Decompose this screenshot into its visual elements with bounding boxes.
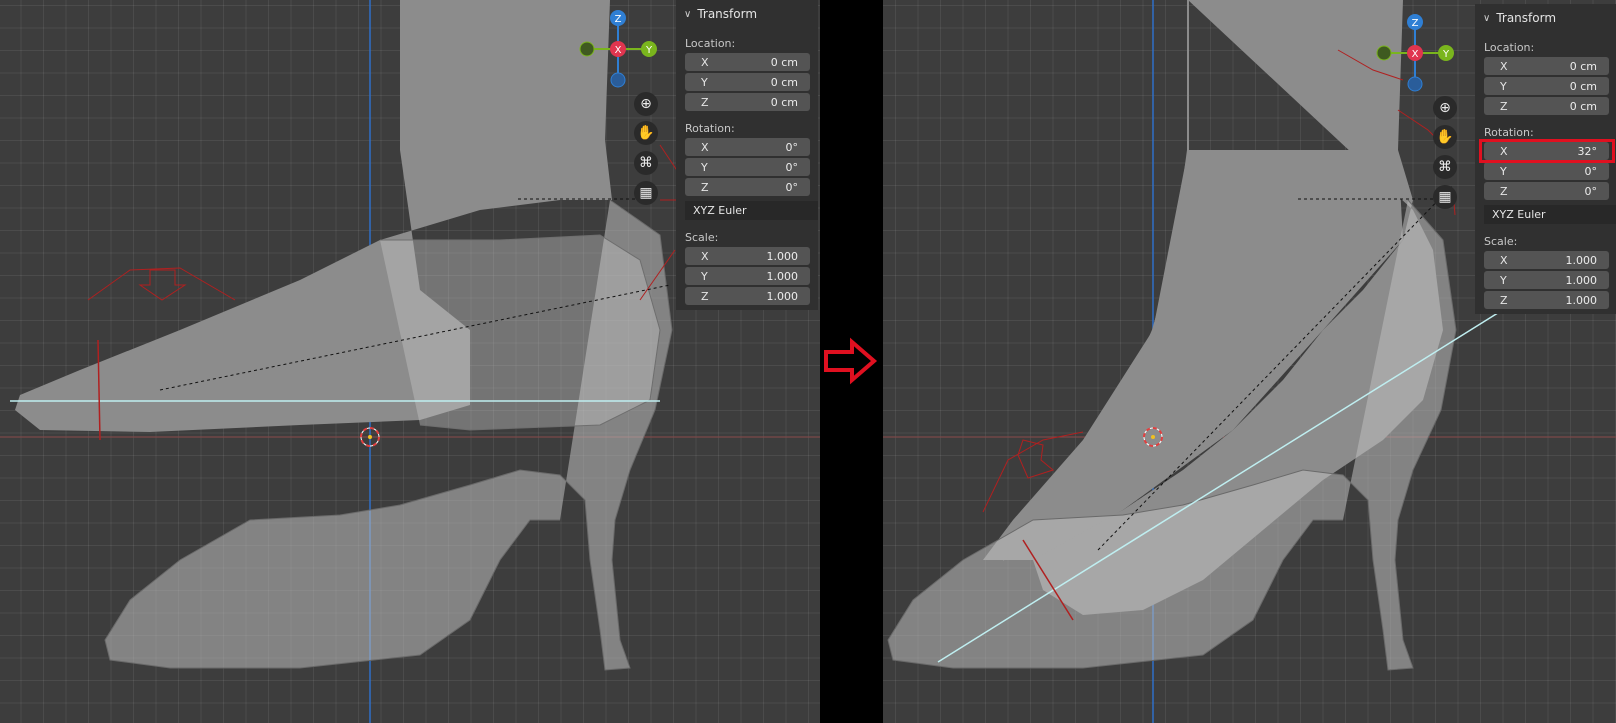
rotation-z-field[interactable]: Z 0° (685, 178, 810, 196)
zoom-icon[interactable]: ⊕ (634, 92, 658, 116)
svg-text:Z: Z (615, 14, 622, 25)
transform-panel-before: ∨ Transform Location: X0 cm Y0 cm Z0 cm … (676, 0, 818, 310)
rotation-x-field[interactable]: X 32° (1479, 139, 1615, 163)
arrow-right-icon (824, 337, 878, 385)
svg-text:Y: Y (645, 45, 653, 56)
red-rotation-gizmo (87, 267, 236, 301)
red-arrow-gizmo (138, 269, 187, 301)
hand-pan-icon[interactable]: ✋ (634, 121, 658, 145)
grid-icon[interactable]: ▦ (1433, 185, 1457, 209)
scale-x-field[interactable]: X 1.000 (1484, 251, 1609, 269)
transform-header[interactable]: ∨ Transform (1475, 4, 1616, 32)
chevron-down-icon: ∨ (684, 8, 692, 20)
location-x-field[interactable]: X0 cm (685, 53, 810, 71)
camera-icon[interactable]: ⌘ (1433, 155, 1457, 179)
viewport-before[interactable]: Z X Y ⊕ ✋ ⌘ ▦ ∨ Transform Location: X0 c… (0, 0, 820, 723)
red-arrow-gizmo (1017, 439, 1055, 479)
rotation-x-field[interactable]: X 0° (685, 138, 810, 156)
rotation-mode-select[interactable]: XYZ Euler (685, 201, 818, 220)
svg-text:Y: Y (1442, 49, 1450, 60)
scale-label: Scale: (1484, 235, 1518, 248)
svg-text:X: X (1412, 49, 1419, 60)
hand-pan-icon[interactable]: ✋ (1433, 125, 1457, 149)
location-z-field[interactable]: Z0 cm (685, 93, 810, 111)
transform-title: Transform (697, 7, 758, 21)
viewport-after[interactable]: Z X Y ⊕ ✋ ⌘ ▦ ∨ Transform Location: X0 c… (883, 0, 1616, 723)
scale-x-field[interactable]: X 1.000 (685, 247, 810, 265)
svg-text:X: X (615, 45, 622, 56)
location-y-field[interactable]: Y0 cm (685, 73, 810, 91)
transform-panel-after: ∨ Transform Location: X0 cm Y0 cm Z0 cm … (1475, 4, 1616, 314)
zoom-icon[interactable]: ⊕ (1433, 96, 1457, 120)
scale-y-field[interactable]: Y 1.000 (685, 267, 810, 285)
rotation-y-field[interactable]: Y 0° (685, 158, 810, 176)
transform-header[interactable]: ∨ Transform (676, 0, 818, 28)
highlight-box (1479, 139, 1615, 163)
scale-label: Scale: (685, 231, 719, 244)
grid-icon[interactable]: ▦ (634, 181, 658, 205)
scale-z-field[interactable]: Z 1.000 (685, 287, 810, 305)
rotation-y-field[interactable]: Y 0° (1484, 162, 1609, 180)
rotation-z-field[interactable]: Z 0° (1484, 182, 1609, 200)
camera-icon[interactable]: ⌘ (634, 151, 658, 175)
location-y-field[interactable]: Y0 cm (1484, 77, 1609, 95)
rotation-mode-select[interactable]: XYZ Euler (1484, 205, 1616, 224)
location-x-field[interactable]: X0 cm (1484, 57, 1609, 75)
location-label: Location: (685, 37, 736, 50)
location-z-field[interactable]: Z0 cm (1484, 97, 1609, 115)
chevron-down-icon: ∨ (1483, 12, 1491, 24)
scale-z-field[interactable]: Z 1.000 (1484, 291, 1609, 309)
rotation-label: Rotation: (685, 122, 735, 135)
location-label: Location: (1484, 41, 1535, 54)
svg-text:Z: Z (1412, 18, 1419, 29)
transform-title: Transform (1496, 11, 1557, 25)
scale-y-field[interactable]: Y 1.000 (1484, 271, 1609, 289)
